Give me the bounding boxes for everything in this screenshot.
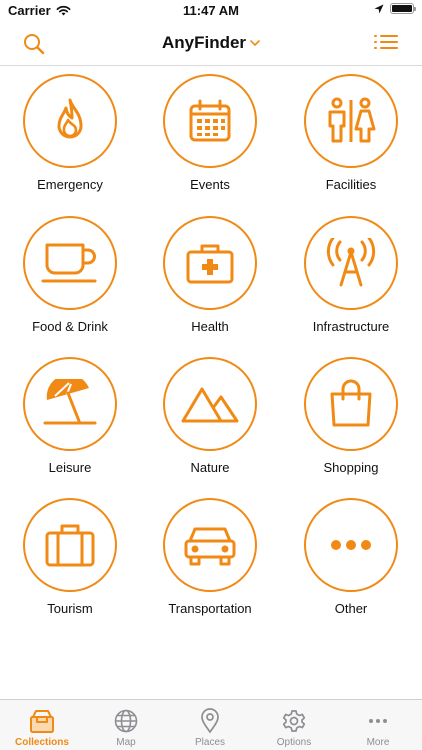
category-circle <box>304 74 398 168</box>
chevron-down-icon <box>250 40 260 47</box>
radio-tower-icon <box>326 238 376 287</box>
category-circle <box>23 498 117 592</box>
tab-label: Collections <box>15 737 69 748</box>
category-infrastructure[interactable]: Infrastructure <box>281 208 421 348</box>
category-other[interactable]: Other <box>281 490 421 630</box>
category-shopping[interactable]: Shopping <box>281 349 421 489</box>
tab-more[interactable]: More <box>336 700 420 750</box>
location-arrow-icon <box>374 4 384 13</box>
location-pin-icon <box>201 708 219 734</box>
restroom-icon <box>328 97 376 143</box>
list-icon <box>374 35 398 49</box>
category-label: Tourism <box>47 601 93 616</box>
calendar-icon <box>189 99 231 142</box>
tab-bar: Collections Map Places Options More <box>0 699 422 750</box>
more-dots-icon <box>369 719 387 723</box>
ellipsis-icon <box>331 540 371 550</box>
first-aid-kit-icon <box>186 244 234 284</box>
category-circle <box>163 216 257 310</box>
tab-map[interactable]: Map <box>84 700 168 750</box>
gear-icon <box>282 710 306 732</box>
clock: 11:47 AM <box>183 3 239 18</box>
list-view-button[interactable] <box>372 30 400 58</box>
category-nature[interactable]: Nature <box>140 349 280 489</box>
category-emergency[interactable]: Emergency <box>0 66 140 206</box>
navigation-bar: AnyFinder <box>0 22 422 66</box>
category-circle <box>304 498 398 592</box>
tab-collections[interactable]: Collections <box>0 700 84 750</box>
coffee-cup-icon <box>41 243 97 283</box>
category-label: Events <box>190 177 230 192</box>
tab-label: Map <box>116 737 136 748</box>
category-circle <box>23 357 117 451</box>
suitcase-icon <box>45 524 95 567</box>
flame-icon <box>57 98 83 139</box>
category-circle <box>23 216 117 310</box>
category-food-drink[interactable]: Food & Drink <box>0 208 140 348</box>
category-label: Shopping <box>323 460 379 475</box>
category-circle <box>304 357 398 451</box>
status-bar: Carrier 11:47 AM <box>0 0 422 22</box>
category-label: Nature <box>190 460 230 475</box>
page-title: AnyFinder <box>161 33 247 52</box>
category-label: Health <box>191 319 229 334</box>
tab-label: More <box>366 737 390 748</box>
tab-options[interactable]: Options <box>252 700 336 750</box>
tab-label: Options <box>276 737 312 748</box>
category-circle <box>163 74 257 168</box>
collection-picker[interactable]: AnyFinder <box>0 33 422 53</box>
category-label: Other <box>334 601 368 616</box>
mountains-icon <box>181 387 239 423</box>
tab-places[interactable]: Places <box>168 700 252 750</box>
category-label: Leisure <box>48 460 92 475</box>
category-label: Facilities <box>325 177 377 192</box>
category-leisure[interactable]: Leisure <box>0 349 140 489</box>
battery-icon <box>390 3 416 14</box>
car-icon <box>184 527 236 566</box>
category-facilities[interactable]: Facilities <box>281 66 421 206</box>
beach-umbrella-icon <box>43 379 97 425</box>
category-circle <box>163 498 257 592</box>
category-label: Transportation <box>168 601 252 616</box>
category-circle <box>163 357 257 451</box>
category-label: Food & Drink <box>32 319 108 334</box>
collections-box-icon <box>30 710 54 733</box>
shopping-bag-icon <box>330 379 372 427</box>
status-right <box>374 3 416 14</box>
category-tourism[interactable]: Tourism <box>0 490 140 630</box>
globe-icon <box>114 709 138 733</box>
category-transportation[interactable]: Transportation <box>140 490 280 630</box>
category-circle <box>304 216 398 310</box>
category-circle <box>23 74 117 168</box>
category-label: Infrastructure <box>312 319 390 334</box>
category-health[interactable]: Health <box>140 208 280 348</box>
category-label: Emergency <box>37 177 103 192</box>
tab-label: Places <box>194 737 225 748</box>
category-events[interactable]: Events <box>140 66 280 206</box>
